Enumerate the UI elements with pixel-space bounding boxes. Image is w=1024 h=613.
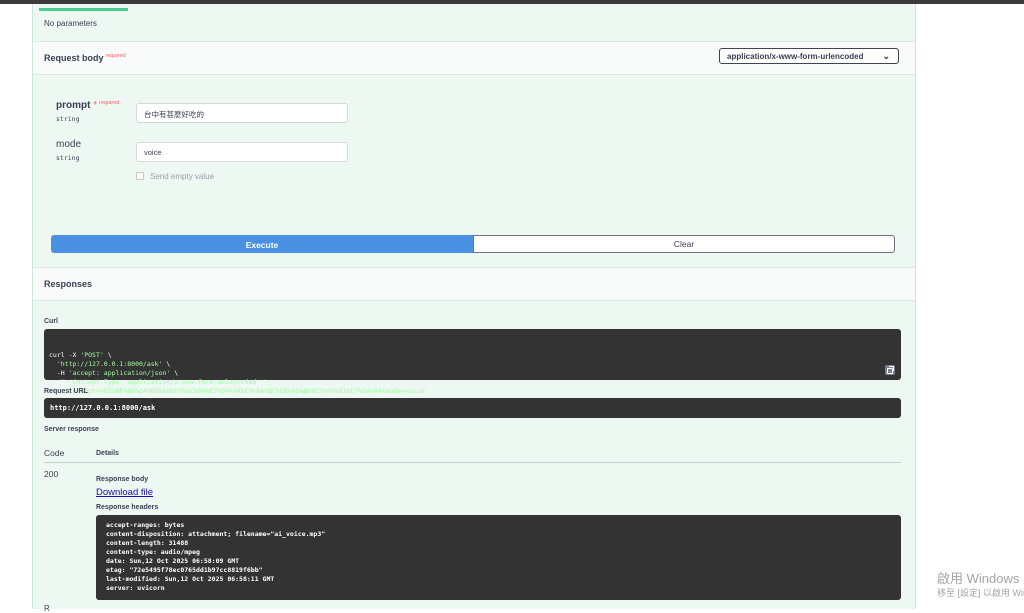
response-header-line: last-modified: Sun,12 Oct 2025 06:58:11 … xyxy=(106,575,275,583)
response-header-line: server: uvicorn xyxy=(106,584,165,592)
content-type-value: application/x-www-form-urlencoded xyxy=(727,52,864,61)
response-header-line: content-disposition: attachment; filenam… xyxy=(106,530,326,538)
response-headers-label: Response headers xyxy=(96,504,159,511)
prompt-param-type: string xyxy=(56,115,80,123)
response-header-line: content-type: audio/mpeg xyxy=(106,548,200,556)
copy-icon[interactable] xyxy=(885,365,895,375)
chevron-down-icon: ⌄ xyxy=(882,51,890,61)
mode-param-type: string xyxy=(56,154,80,162)
response-header-line: accept-ranges: bytes xyxy=(106,521,185,529)
execute-button[interactable]: Execute xyxy=(51,235,473,253)
request-url-block: http://127.0.0.1:8000/ask xyxy=(44,398,901,418)
curl-line-text: -H xyxy=(49,369,69,377)
curl-code-block: curl -X 'POST' \ 'http://127.0.0.1:8000/… xyxy=(44,329,901,395)
request-body-required-label: required xyxy=(105,53,126,59)
request-body-title: Request body required xyxy=(44,53,126,63)
download-file-link[interactable]: Download file xyxy=(96,487,153,498)
prompt-param-name: prompt * required xyxy=(56,100,119,111)
request-body-title-text: Request body xyxy=(44,53,104,63)
prompt-required-label: required xyxy=(99,100,120,106)
windows-activation-title: 啟用 Windows xyxy=(937,571,1020,586)
curl-line-continuation: \ xyxy=(103,351,112,359)
prompt-name-text: prompt xyxy=(56,100,91,111)
action-buttons: Execute Clear xyxy=(51,235,895,253)
curl-line-text xyxy=(49,360,57,368)
send-empty-value-option[interactable]: Send empty value xyxy=(136,171,215,181)
curl-line-continuation: \ xyxy=(170,369,179,377)
server-response-label: Server response xyxy=(44,426,99,433)
response-table-divider xyxy=(44,462,901,463)
operation-panel: No parameters Request body required appli… xyxy=(32,4,916,613)
send-empty-checkbox[interactable] xyxy=(136,171,144,180)
curl-line: 'http://127.0.0.1:8000/ask' \ xyxy=(49,360,901,369)
request-body-header: Request body required application/x-www-f… xyxy=(33,41,915,75)
clear-button[interactable]: Clear xyxy=(473,235,895,253)
code-column-header: Code xyxy=(44,448,65,458)
send-empty-label: Send empty value xyxy=(150,172,215,181)
no-parameters-text: No parameters xyxy=(44,19,97,28)
curl-line: -d 'prompt=%E5%8F%B0%E4%B8%AD%E6%9C%89%E… xyxy=(49,387,901,396)
responses-header: Responses xyxy=(33,267,915,301)
mode-param-name: mode xyxy=(56,139,82,150)
response-header-line: etag: "72e5495f78ec0765dd1b97cc8819f6bb" xyxy=(106,566,263,574)
curl-line-string: 'POST' xyxy=(80,351,104,359)
response-status-code: 200 xyxy=(44,469,59,479)
responses-title: Responses xyxy=(44,279,93,289)
curl-label: Curl xyxy=(44,318,58,325)
windows-activation-subtitle: 移至 [設定] 以啟用 Windows。 xyxy=(937,588,1024,598)
response-header-line: date: Sun,12 Oct 2025 06:58:09 GMT xyxy=(106,557,240,565)
curl-line: -H 'accept: application/json' \ xyxy=(49,369,901,378)
response-body-label: Response body xyxy=(96,476,149,483)
response-header-line: content-length: 31488 xyxy=(106,539,189,547)
curl-line: -H 'Content-Type: application/x-www-form… xyxy=(49,378,901,387)
curl-line-continuation: \ xyxy=(162,360,171,368)
curl-line-text: -H xyxy=(49,378,69,386)
curl-line-text: curl -X xyxy=(49,351,81,359)
curl-line-string: 'Content-Type: application/x-www-form-ur… xyxy=(68,378,261,386)
curl-line: curl -X 'POST' \ xyxy=(49,351,901,360)
response-headers-block: accept-ranges: bytes content-disposition:… xyxy=(96,515,901,600)
required-star: * xyxy=(93,100,98,111)
details-column-header: Details xyxy=(96,450,119,457)
active-tab-indicator xyxy=(39,8,128,11)
request-url-label: Request URL xyxy=(44,388,88,395)
curl-line-string: 'http://127.0.0.1:8000/ask' xyxy=(56,360,163,368)
mode-input[interactable]: voice xyxy=(136,142,348,162)
curl-line-string: 'accept: application/json' xyxy=(68,369,171,377)
curl-line-string: 'prompt=%E5%8F%B0%E4%B8%AD%E6%9C%89%E7%9… xyxy=(68,387,429,395)
content-type-select[interactable]: application/x-www-form-urlencoded ⌄ xyxy=(719,48,899,64)
prompt-input[interactable]: 台中有甚麼好吃的 xyxy=(136,103,348,123)
curl-line-continuation: \ xyxy=(260,378,269,386)
